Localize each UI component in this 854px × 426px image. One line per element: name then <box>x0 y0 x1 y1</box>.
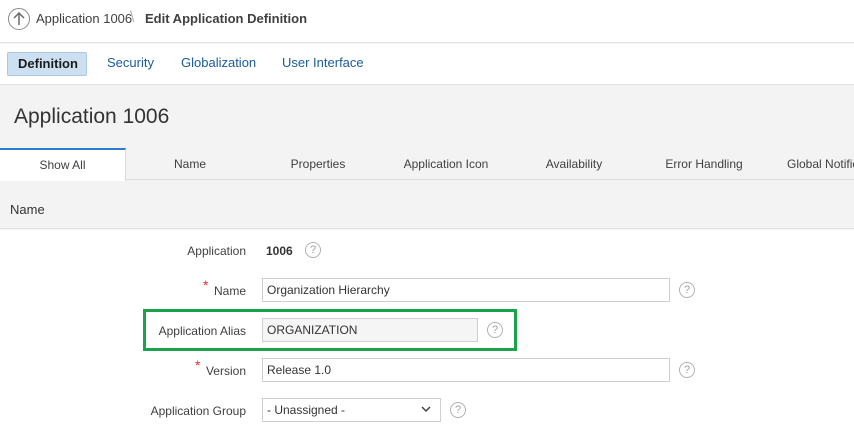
application-label: Application <box>187 244 246 258</box>
breadcrumb-current-page: Edit Application Definition <box>145 11 308 26</box>
name-label: Name <box>213 284 246 298</box>
region-tab-properties[interactable]: Properties <box>258 148 378 180</box>
region-heading: Name <box>0 181 854 229</box>
breadcrumb-separator: \ <box>130 9 135 26</box>
region-tab-availability[interactable]: Availability <box>514 148 634 180</box>
help-icon[interactable]: ? <box>679 282 695 298</box>
region-tab-show-all[interactable]: Show All <box>0 148 126 181</box>
tab-security[interactable]: Security <box>97 52 164 76</box>
page-title: Application 1006 <box>14 105 170 128</box>
application-value: 1006 <box>266 244 293 258</box>
region-tab-global-notification[interactable]: Global Notific <box>787 148 854 180</box>
help-icon[interactable]: ? <box>679 362 695 378</box>
region-tab-application-icon[interactable]: Application Icon <box>386 148 506 180</box>
version-input[interactable]: Release 1.0 <box>262 358 670 382</box>
tab-definition[interactable]: Definition <box>7 52 87 76</box>
page-header: Application 1006 <box>0 84 854 149</box>
chevron-down-icon <box>421 406 431 413</box>
tab-user-interface[interactable]: User Interface <box>272 52 374 76</box>
help-icon[interactable]: ? <box>450 402 466 418</box>
application-group-label: Application Group <box>150 404 246 418</box>
highlight-box <box>143 309 517 351</box>
breadcrumb: Application 1006 \ Edit Application Defi… <box>0 0 854 43</box>
region-tab-error-handling[interactable]: Error Handling <box>644 148 764 180</box>
top-tab-bar: Definition Security Globalization User I… <box>0 44 854 84</box>
region-title: Name <box>10 202 45 217</box>
tab-globalization[interactable]: Globalization <box>171 52 266 76</box>
application-group-select[interactable]: - Unassigned - <box>262 398 441 422</box>
up-arrow-icon[interactable] <box>8 8 30 30</box>
region-tab-bar: Show All Name Properties Application Ico… <box>0 148 854 181</box>
version-label: Version <box>205 364 246 378</box>
name-input[interactable]: Organization Hierarchy <box>262 278 670 302</box>
region-tab-name[interactable]: Name <box>130 148 250 180</box>
help-icon[interactable]: ? <box>305 242 321 258</box>
breadcrumb-application-link[interactable]: Application 1006 <box>36 11 132 26</box>
application-group-selected-value: - Unassigned - <box>267 403 346 417</box>
